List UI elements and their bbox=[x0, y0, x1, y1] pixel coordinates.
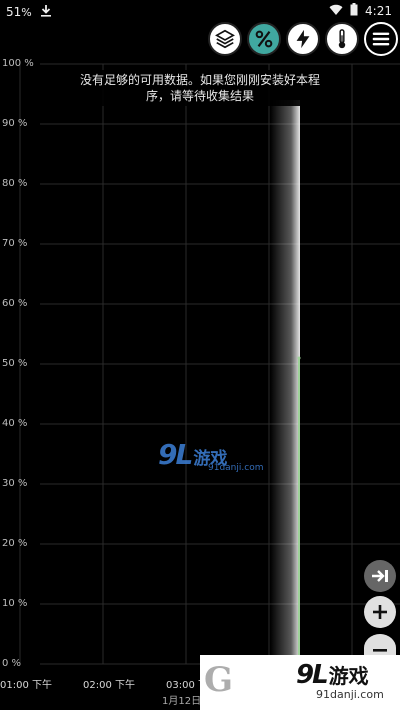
status-right: 4:21 bbox=[329, 3, 392, 19]
temperature-button[interactable] bbox=[325, 22, 359, 56]
watermark-title: 游戏 bbox=[328, 664, 369, 688]
status-bar: 51% 4:21 bbox=[0, 0, 400, 22]
percent-icon bbox=[255, 30, 273, 48]
x-tick-label: 02:00 下午 bbox=[83, 680, 135, 691]
y-tick-label: 90 % bbox=[2, 118, 28, 129]
toolbar bbox=[208, 22, 400, 60]
chart-grid bbox=[19, 63, 400, 665]
watermark-logo: 9L bbox=[296, 660, 329, 690]
y-tick-label: 70 % bbox=[2, 238, 28, 249]
watermark-corner: 9L 游戏 91danji.com bbox=[296, 660, 384, 701]
jump-to-end-button[interactable] bbox=[364, 560, 396, 592]
minus-icon bbox=[373, 649, 387, 652]
battery-level-unit: % bbox=[21, 6, 32, 19]
wifi-icon bbox=[329, 4, 343, 19]
watermark-logo: 9L bbox=[158, 438, 193, 471]
current-time-highlight bbox=[270, 100, 300, 664]
battery-level-point bbox=[297, 356, 301, 360]
layers-icon bbox=[215, 29, 235, 49]
menu-button[interactable] bbox=[364, 22, 398, 56]
thermometer-icon bbox=[338, 29, 346, 49]
y-tick-label: 60 % bbox=[2, 298, 28, 309]
y-tick-label: 10 % bbox=[2, 598, 28, 609]
zoom-in-button[interactable] bbox=[364, 596, 396, 628]
y-tick-label: 30 % bbox=[2, 478, 28, 489]
lightning-icon bbox=[296, 29, 310, 49]
y-tick-label: 0 % bbox=[2, 658, 22, 669]
battery-level-value: 51 bbox=[6, 5, 22, 19]
layers-button[interactable] bbox=[208, 22, 242, 56]
status-left: 51% bbox=[6, 4, 52, 20]
y-tick-label: 100 % bbox=[2, 58, 34, 69]
download-icon bbox=[40, 4, 52, 20]
menu-icon bbox=[372, 32, 390, 46]
x-tick-label: 01:00 下午 bbox=[0, 680, 52, 691]
y-tick-label: 40 % bbox=[2, 418, 28, 429]
watermark-url: 91danji.com bbox=[316, 688, 384, 701]
y-tick-label: 20 % bbox=[2, 538, 28, 549]
watermark-url: 91danji.com bbox=[208, 463, 264, 473]
insufficient-data-notice: 没有足够的可用数据。如果您刚刚安装好本程序，请等待收集结果 bbox=[68, 70, 332, 106]
battery-level: 51% bbox=[6, 5, 32, 19]
battery-chart: 100 % 90 % 80 % 70 % 60 % 50 % 40 % 30 % 20 % 10 … bbox=[0, 58, 400, 707]
plus-icon bbox=[373, 605, 387, 619]
charge-button[interactable] bbox=[286, 22, 320, 56]
watermark-g-icon: G bbox=[204, 660, 234, 700]
jump-to-end-icon bbox=[372, 570, 388, 582]
battery-icon bbox=[350, 3, 358, 19]
watermark-mark: G bbox=[204, 660, 274, 704]
watermark-center: 9L 游戏 91danji.com bbox=[158, 438, 263, 473]
percent-button[interactable] bbox=[247, 22, 281, 56]
clock: 4:21 bbox=[365, 4, 392, 18]
y-tick-label: 50 % bbox=[2, 358, 28, 369]
chart-canvas bbox=[19, 63, 400, 665]
y-tick-label: 80 % bbox=[2, 178, 28, 189]
